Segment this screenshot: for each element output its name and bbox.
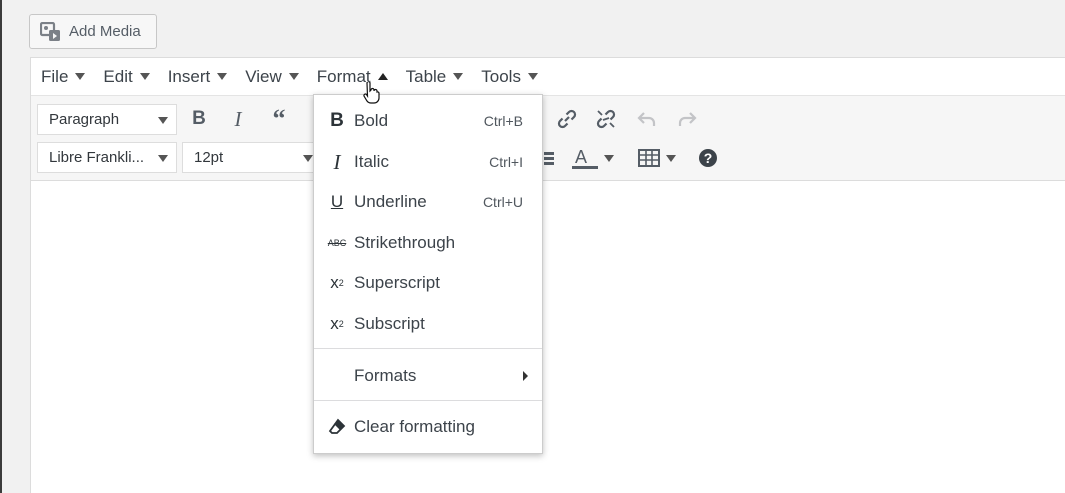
chevron-down-icon bbox=[527, 73, 538, 80]
chevron-up-icon bbox=[377, 73, 388, 80]
block-format-value: Paragraph bbox=[49, 111, 120, 128]
font-family-select[interactable]: Libre Frankli... bbox=[37, 142, 177, 173]
editor-toolbar: Paragraph B I “ Libre Frankli... 12pt A … bbox=[31, 95, 1065, 181]
chevron-down-icon bbox=[158, 155, 168, 162]
menu-file[interactable]: File bbox=[41, 66, 86, 87]
chevron-down-icon bbox=[217, 73, 228, 80]
strikethrough-icon: ABC bbox=[327, 238, 347, 248]
svg-text:?: ? bbox=[704, 150, 713, 166]
menu-divider bbox=[314, 348, 542, 349]
text-color-button[interactable]: A bbox=[568, 143, 618, 173]
text-color-icon: A bbox=[572, 147, 598, 169]
blockquote-icon: “ bbox=[272, 104, 286, 133]
chevron-down-icon bbox=[303, 155, 313, 162]
table-button[interactable] bbox=[634, 143, 680, 173]
menu-file-label: File bbox=[41, 66, 69, 86]
remove-link-button[interactable] bbox=[591, 104, 621, 134]
menu-insert-label: Insert bbox=[167, 66, 211, 86]
blockquote-button[interactable]: “ bbox=[264, 104, 294, 134]
font-family-value: Libre Frankli... bbox=[49, 149, 145, 166]
superscript-icon: x2 bbox=[330, 273, 344, 292]
undo-button[interactable] bbox=[632, 104, 662, 134]
format-menu-formats[interactable]: Formats bbox=[314, 356, 542, 396]
chevron-right-icon bbox=[523, 371, 528, 381]
menu-view[interactable]: View bbox=[245, 67, 299, 87]
format-menu-bold-label: Bold bbox=[354, 111, 389, 130]
redo-icon bbox=[678, 112, 697, 126]
menu-edit[interactable]: Edit bbox=[103, 66, 150, 87]
font-size-select[interactable]: 12pt bbox=[182, 142, 322, 173]
italic-icon: I bbox=[234, 106, 242, 131]
format-menu-strikethrough-label: Strikethrough bbox=[354, 233, 456, 252]
menu-tools[interactable]: Tools bbox=[481, 67, 538, 87]
format-menu-underline-shortcut: Ctrl+U bbox=[482, 194, 523, 210]
svg-text:A: A bbox=[575, 147, 587, 167]
format-menu-underline[interactable]: U Underline Ctrl+U bbox=[314, 182, 542, 222]
help-button[interactable]: ? bbox=[693, 143, 723, 173]
italic-icon: I bbox=[333, 149, 341, 174]
menu-divider bbox=[314, 400, 542, 401]
editor: File Edit Insert View Format Table Tools… bbox=[30, 57, 1065, 493]
subscript-icon: x2 bbox=[330, 314, 344, 333]
editor-menubar: File Edit Insert View Format Table Tools bbox=[31, 58, 1065, 95]
unlink-icon bbox=[596, 109, 616, 129]
redo-button[interactable] bbox=[672, 104, 702, 134]
chevron-down-icon bbox=[604, 154, 614, 162]
help-icon: ? bbox=[699, 149, 717, 167]
format-menu-formats-label: Formats bbox=[354, 366, 417, 385]
chevron-down-icon bbox=[666, 154, 676, 162]
menu-tools-label: Tools bbox=[481, 66, 521, 86]
bold-button[interactable]: B bbox=[184, 104, 214, 134]
format-menu-italic[interactable]: I Italic Ctrl+I bbox=[314, 142, 542, 182]
format-menu-clear-label: Clear formatting bbox=[354, 417, 475, 436]
format-menu-italic-label: Italic bbox=[354, 152, 389, 171]
undo-icon bbox=[637, 112, 656, 126]
format-menu-subscript[interactable]: x2 Subscript bbox=[314, 304, 542, 344]
format-menu-clear-formatting[interactable]: Clear formatting bbox=[314, 407, 542, 447]
format-menu-bold-shortcut: Ctrl+B bbox=[483, 113, 523, 129]
format-menu-underline-label: Underline bbox=[354, 192, 427, 211]
table-icon bbox=[638, 149, 660, 167]
bold-icon: B bbox=[330, 110, 344, 131]
format-menu-bold[interactable]: B Bold Ctrl+B bbox=[314, 101, 542, 141]
chevron-down-icon bbox=[139, 73, 150, 80]
insert-link-button[interactable] bbox=[552, 104, 582, 134]
eraser-icon bbox=[326, 418, 348, 436]
menu-edit-label: Edit bbox=[103, 66, 133, 86]
chevron-down-icon bbox=[158, 117, 168, 124]
font-size-value: 12pt bbox=[194, 149, 224, 166]
format-menu-superscript-label: Superscript bbox=[354, 273, 440, 292]
add-media-button[interactable]: Add Media bbox=[29, 14, 157, 49]
chevron-down-icon bbox=[453, 73, 464, 80]
format-menu-superscript[interactable]: x2 Superscript bbox=[314, 263, 542, 303]
hand-cursor-icon bbox=[363, 82, 380, 104]
format-menu-subscript-label: Subscript bbox=[354, 314, 425, 333]
editor-content[interactable] bbox=[31, 181, 1065, 493]
add-media-label: Add Media bbox=[69, 23, 141, 40]
italic-button[interactable]: I bbox=[223, 104, 253, 134]
media-icon bbox=[40, 21, 60, 41]
format-menu-strikethrough[interactable]: ABC Strikethrough bbox=[314, 223, 542, 263]
menu-view-label: View bbox=[245, 66, 282, 86]
menu-insert[interactable]: Insert bbox=[168, 67, 228, 87]
link-icon bbox=[557, 109, 577, 129]
format-dropdown-menu: B Bold Ctrl+B I Italic Ctrl+I U Underlin… bbox=[313, 94, 543, 454]
chevron-down-icon bbox=[288, 73, 299, 80]
window-edge bbox=[0, 0, 2, 493]
block-format-select[interactable]: Paragraph bbox=[37, 104, 177, 135]
underline-icon: U bbox=[330, 192, 344, 211]
menu-table-label: Table bbox=[405, 66, 447, 86]
chevron-down-icon bbox=[75, 73, 86, 80]
format-menu-italic-shortcut: Ctrl+I bbox=[489, 154, 523, 170]
bold-icon: B bbox=[192, 108, 206, 129]
menu-table[interactable]: Table bbox=[406, 67, 464, 87]
